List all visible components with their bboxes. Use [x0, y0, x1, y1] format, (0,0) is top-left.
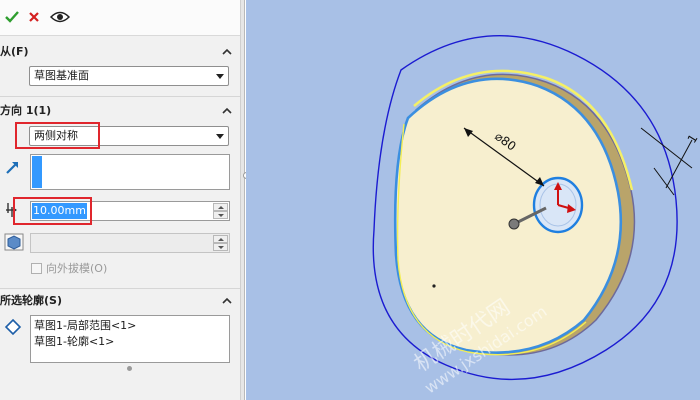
contours-list[interactable]: 草图1-局部范围<1> 草图1-轮廓<1> — [30, 315, 230, 363]
list-item[interactable]: 草图1-局部范围<1> — [34, 318, 136, 333]
draft-icon[interactable] — [4, 233, 24, 251]
draft-outward-label: 向外拔模(O) — [46, 262, 108, 275]
draft-angle-input[interactable] — [30, 233, 230, 253]
chevron-down-icon — [216, 134, 224, 139]
toolbar — [0, 0, 240, 36]
divider — [0, 96, 240, 97]
graphics-viewport[interactable]: ⌀80 1 机械时代网 www.jxshidai.com — [246, 0, 700, 400]
divider — [0, 288, 240, 289]
panel-splitter[interactable] — [241, 0, 245, 400]
resize-grip[interactable] — [127, 366, 132, 371]
direction-reference-box[interactable] — [30, 154, 230, 190]
depth-spinner[interactable] — [213, 203, 228, 219]
from-section-title: 从(F) — [0, 45, 29, 58]
contour-diamond-icon — [4, 318, 22, 336]
property-manager: 从(F) 草图基准面 方向 1(1) 两侧对称 10.00mm 向外拔模(O) … — [0, 0, 241, 400]
close-icon[interactable] — [24, 7, 44, 27]
direction-arrow-icon[interactable] — [4, 158, 22, 176]
draft-outward-checkbox[interactable] — [31, 263, 42, 274]
list-item[interactable]: 草图1-轮廓<1> — [34, 334, 114, 349]
from-select-value: 草图基准面 — [34, 69, 89, 82]
contours-section-title: 所选轮廓(S) — [0, 294, 62, 307]
chevron-up-icon[interactable] — [222, 296, 232, 306]
check-icon[interactable] — [2, 7, 22, 27]
selection-indicator — [32, 156, 42, 188]
draft-angle-spinner[interactable] — [213, 235, 228, 251]
highlight-box — [13, 197, 92, 225]
drag-handle[interactable] — [508, 218, 520, 230]
highlight-box — [15, 122, 100, 149]
from-select[interactable]: 草图基准面 — [29, 66, 229, 86]
chevron-up-icon[interactable] — [222, 47, 232, 57]
direction1-section-title: 方向 1(1) — [0, 104, 52, 117]
chevron-up-icon[interactable] — [222, 106, 232, 116]
dimension-side-label[interactable]: 1 — [685, 132, 700, 146]
chevron-down-icon — [216, 74, 224, 79]
eye-icon[interactable] — [50, 7, 70, 27]
